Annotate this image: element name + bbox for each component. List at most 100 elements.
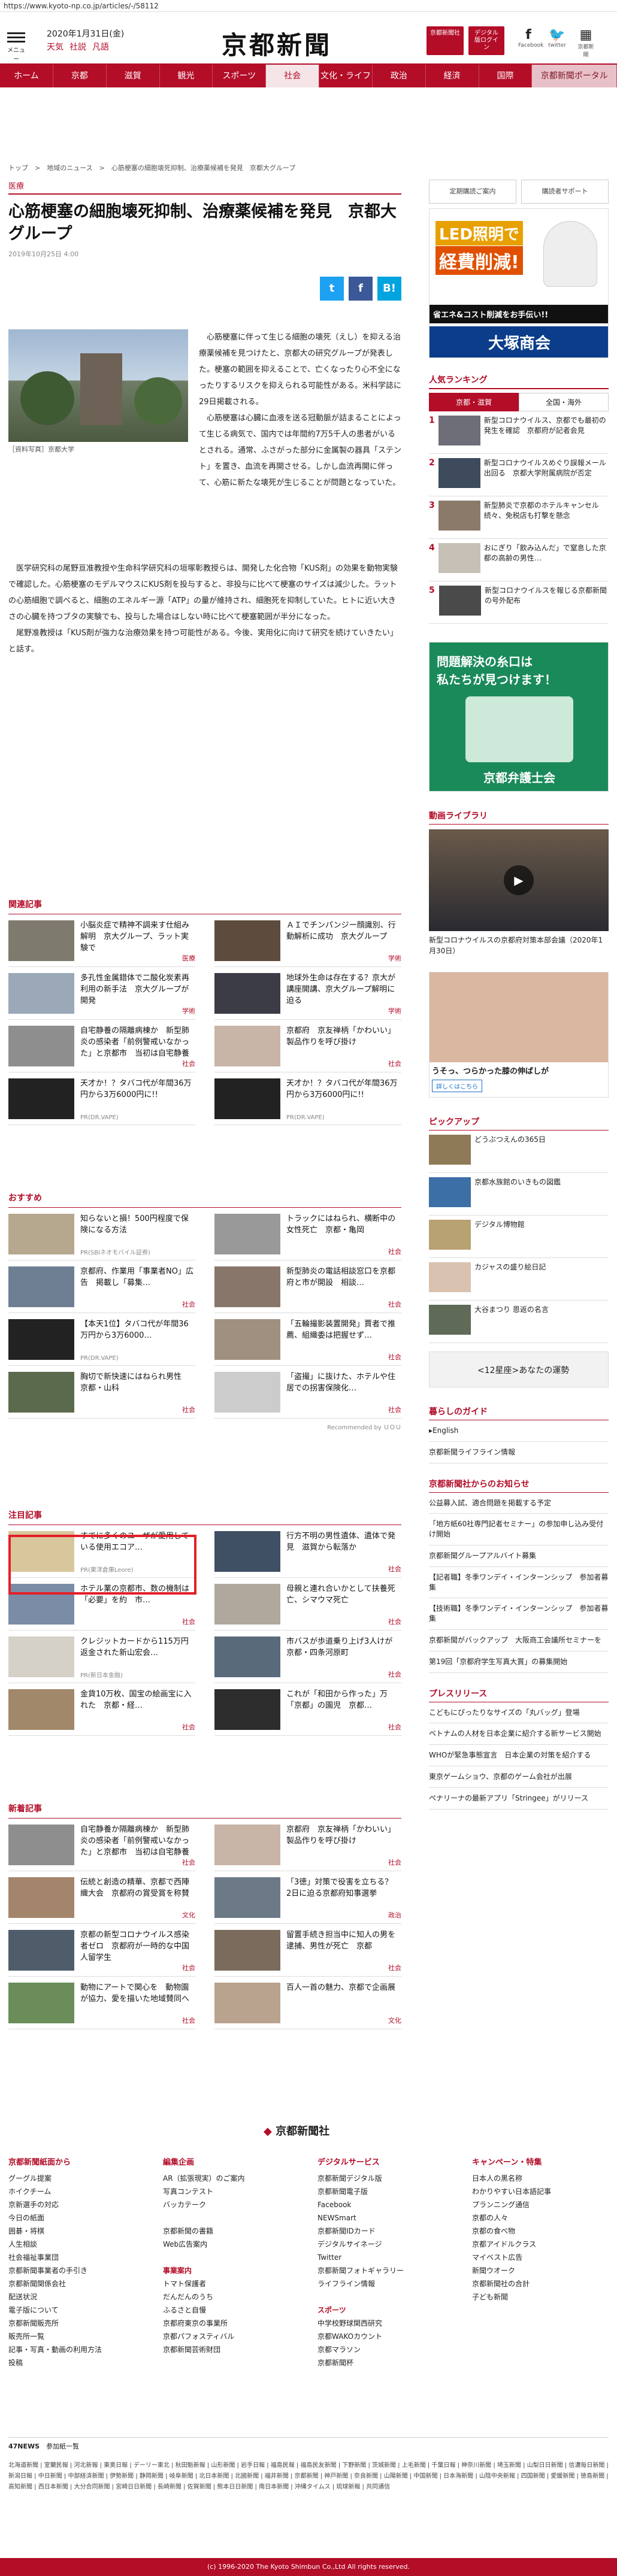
list-item[interactable]: 「3徳」対策で役害を立ちる？ 2日に迫る京都府知事選挙 政治 bbox=[214, 1871, 401, 1924]
pickup-item[interactable]: 大谷まつり 恩返の名言 bbox=[429, 1301, 609, 1343]
share-hatena-button[interactable]: B! bbox=[377, 277, 401, 301]
list-item[interactable]: 「盗撮」に抜けた、ホテルや住居での拐害保険化… 社会 bbox=[214, 1366, 401, 1419]
breadcrumb[interactable]: トップ > 地域のニュース > 心筋梗塞の細胞壊死抑制、治療薬候補を発見 京都大… bbox=[8, 163, 295, 172]
footer-link[interactable]: デジタルサイネージ bbox=[317, 2238, 454, 2251]
notice-item[interactable]: 「地方紙60社専門記者セミナー」の参加申し込み受付け開始 bbox=[429, 1514, 609, 1545]
footer-logo[interactable]: ◆ 京都新聞社 bbox=[264, 2123, 329, 2138]
list-item[interactable]: 市バスが歩道乗り上げ3人けが 京都・四条河原町 社会 bbox=[214, 1631, 401, 1683]
share-twitter-button[interactable]: t bbox=[320, 277, 344, 301]
footer-link[interactable]: Facebook bbox=[317, 2198, 454, 2211]
footer-link[interactable]: 京都新聞社の合計 bbox=[472, 2277, 609, 2290]
footer-link[interactable]: バッカテーク bbox=[163, 2198, 300, 2211]
nav-culture[interactable]: 文化・ライフ bbox=[319, 65, 373, 87]
address-bar[interactable]: https://www.kyoto-np.co.jp/articles/-/58… bbox=[0, 0, 617, 12]
notice-item[interactable]: 【技術職】冬季ワンデイ・インターンシップ 参加者募集 bbox=[429, 1598, 609, 1630]
notice-item[interactable]: 【記者職】冬季ワンデイ・インターンシップ 参加者募集 bbox=[429, 1567, 609, 1599]
list-item[interactable]: クレジットカードから115万円返金された新山宏会… PR(新日本金融) bbox=[8, 1631, 195, 1683]
list-item[interactable]: ＡＩでチンパンジー顔識別、行動解析に成功 京大グループ 学術 bbox=[214, 914, 401, 967]
ad-detail-button[interactable]: 詳しくはこちら bbox=[432, 1080, 482, 1092]
notice-item[interactable]: 第19回「京都府学生写真大賞」の募集開始 bbox=[429, 1651, 609, 1673]
list-item[interactable]: 地球外生命は存在する？京大が講座開講、京大グループ解明に迫る 学術 bbox=[214, 967, 401, 1020]
nav-tourism[interactable]: 観光 bbox=[160, 65, 213, 87]
nav-politics[interactable]: 政治 bbox=[373, 65, 426, 87]
bongo-link[interactable]: 凡語 bbox=[92, 41, 109, 53]
list-item[interactable]: 伝統と創造の精華、京都で西陣織大会 京都府の賞受賞を称賛 文化 bbox=[8, 1871, 195, 1924]
footer-link[interactable]: 京都パフォスティバル bbox=[163, 2330, 300, 2343]
footer-link[interactable]: 京都新聞関係会社 bbox=[8, 2277, 145, 2290]
list-item[interactable]: 多孔性金属錯体で二酸化炭素再利用の新手法 京大グループが開発 学術 bbox=[8, 967, 195, 1020]
share-facebook-button[interactable]: f bbox=[349, 277, 373, 301]
list-item[interactable]: 母親と連れ合いかとして扶養死亡、シマウマ死亡 社会 bbox=[214, 1578, 401, 1631]
english-link[interactable]: ▸English bbox=[429, 1420, 609, 1442]
footer-link[interactable]: 子ども新聞 bbox=[472, 2290, 609, 2304]
footer-link[interactable]: AR（拡張現実）のご案内 bbox=[163, 2172, 300, 2185]
nav-portal[interactable]: 京都新聞ポータル bbox=[532, 65, 617, 87]
list-item[interactable]: 知らないと損！500円程度で保険になる方法 PR(SBIネオモバイル証券) bbox=[8, 1208, 195, 1260]
news47-sub[interactable]: 参加紙一覧 bbox=[46, 2442, 79, 2450]
press-item[interactable]: ベトナムの人材を日本企業に紹介する新サービス開始 bbox=[429, 1723, 609, 1745]
notice-item[interactable]: 京都新聞がバックアップ 大阪商工会議所セミナーを bbox=[429, 1630, 609, 1651]
nav-home[interactable]: ホーム bbox=[0, 65, 53, 87]
facebook-link[interactable]: f Facebook bbox=[518, 28, 543, 58]
footer-link[interactable]: 京都新聞電子版 bbox=[317, 2185, 454, 2198]
nav-sports[interactable]: スポーツ bbox=[213, 65, 267, 87]
list-item[interactable]: これが「和田から作った」万「京都」の園児 京都… 社会 bbox=[214, 1683, 401, 1736]
pickup-item[interactable]: カジャスの盛り絵日記 bbox=[429, 1258, 609, 1301]
press-item[interactable]: WHOが緊急事態宣言 日本企業の対策を紹介する bbox=[429, 1745, 609, 1766]
weather-link[interactable]: 天気 bbox=[47, 41, 63, 53]
ranking-item[interactable]: 1 新型コロナウイルス、京都でも最初の発生を確認 京都府が記者会見 bbox=[429, 411, 609, 454]
footer-link[interactable]: 京都府東京の事業所 bbox=[163, 2317, 300, 2330]
list-item[interactable]: 京都府、作業用「事業者NO」広告 掲載し「募集… 社会 bbox=[8, 1260, 195, 1313]
footer-link[interactable]: ホイクチーム bbox=[8, 2185, 145, 2198]
footer-link[interactable]: 写真コンテスト bbox=[163, 2185, 300, 2198]
footer-link[interactable]: 京都アイドルクラス bbox=[472, 2238, 609, 2251]
list-item[interactable]: 自宅静養か隔離病棟か 新型肺炎の感染者「前例警戒いなかった」と京都市 当初は自宅… bbox=[8, 1819, 195, 1871]
pickup-item[interactable]: 京都水族館のいきもの図鑑 bbox=[429, 1173, 609, 1216]
list-item[interactable]: 【本天1位】タバコ代が年間36万円から3万6000… PR(DR.VAPE) bbox=[8, 1313, 195, 1366]
press-item[interactable]: ペナリーナの最新アプリ「Stringee」がリリース bbox=[429, 1788, 609, 1810]
nav-kyoto[interactable]: 京都 bbox=[53, 65, 107, 87]
tab-national[interactable]: 全国・海外 bbox=[519, 393, 609, 411]
news47-label[interactable]: 47NEWS bbox=[8, 2442, 40, 2450]
footer-link[interactable]: 京都新聞事業者の手引き bbox=[8, 2264, 145, 2277]
footer-link[interactable]: NEWSmart bbox=[317, 2211, 454, 2225]
footer-link[interactable]: 京都新聞の書籍 bbox=[163, 2225, 300, 2238]
footer-link[interactable]: 電子版について bbox=[8, 2304, 145, 2317]
footer-link[interactable]: 記事・写真・動画の利用方法 bbox=[8, 2343, 145, 2356]
nav-world[interactable]: 国際 bbox=[479, 65, 533, 87]
footer-link[interactable]: 京都新聞フォトギャラリー bbox=[317, 2264, 454, 2277]
company-button[interactable]: 京都新聞社 bbox=[427, 26, 464, 55]
list-item[interactable]: トラックにはねられ、横断中の女性死亡 京都・亀岡 社会 bbox=[214, 1208, 401, 1260]
site-logo[interactable]: 京都新聞 bbox=[222, 25, 332, 62]
footer-link[interactable]: 京都新聞IDカード bbox=[317, 2225, 454, 2238]
notice-item[interactable]: 公益募入試、適合問題を掲載する予定 bbox=[429, 1493, 609, 1514]
ranking-item[interactable]: 3 新型肺炎で京都のホテルキャンセル続々、免税店も打撃を懸念 bbox=[429, 496, 609, 539]
footer-link[interactable]: Web広告案内 bbox=[163, 2238, 300, 2251]
ad-banner-knee[interactable]: うそっ、つらかった膝の伸ばしが 詳しくはこちら bbox=[429, 972, 609, 1098]
nav-economy[interactable]: 経済 bbox=[426, 65, 479, 87]
footer-link[interactable]: 日本人の黒名称 bbox=[472, 2172, 609, 2185]
editorial-link[interactable]: 社説 bbox=[69, 41, 86, 53]
footer-link[interactable]: 社会福祉事業団 bbox=[8, 2251, 145, 2264]
footer-link[interactable]: 京都新聞杯 bbox=[317, 2356, 454, 2369]
footer-link[interactable]: 囲碁・将棋 bbox=[8, 2225, 145, 2238]
tab-kyoto-shiga[interactable]: 京都・滋賀 bbox=[429, 393, 519, 411]
footer-link[interactable]: わかりやすい日本語記事 bbox=[472, 2185, 609, 2198]
nav-shiga[interactable]: 滋賀 bbox=[107, 65, 160, 87]
footer-link[interactable]: 京新選手の対応 bbox=[8, 2198, 145, 2211]
press-item[interactable]: 東京ゲームショウ、京都のゲーム会社が出展 bbox=[429, 1766, 609, 1788]
footer-link[interactable]: グーグル提案 bbox=[8, 2172, 145, 2185]
subscribe-link[interactable]: 定期購読ご案内 bbox=[429, 180, 516, 204]
footer-link[interactable]: 京都の人々 bbox=[472, 2211, 609, 2225]
ad-banner-horoscope[interactable]: <12星座>あなたの運勢 bbox=[429, 1351, 609, 1387]
footer-link[interactable]: 今日の紙面 bbox=[8, 2211, 145, 2225]
paper-link[interactable]: ▦ 京都新聞 bbox=[576, 28, 596, 58]
footer-link[interactable]: ライフライン情報 bbox=[317, 2277, 454, 2290]
footer-link[interactable]: だんだんのうち bbox=[163, 2290, 300, 2304]
footer-link[interactable]: マイベスト広告 bbox=[472, 2251, 609, 2264]
list-item[interactable]: 京都府 京友禅柄「かわいい」製品作りを呼び掛け 社会 bbox=[214, 1819, 401, 1871]
article-category[interactable]: 医療 bbox=[8, 180, 401, 195]
press-item[interactable]: こどもにぴったりなサイズの「丸バッグ」登場 bbox=[429, 1702, 609, 1724]
footer-link[interactable]: 事業案内 bbox=[163, 2264, 300, 2277]
footer-link[interactable]: 京都新聞芸術財団 bbox=[163, 2343, 300, 2356]
